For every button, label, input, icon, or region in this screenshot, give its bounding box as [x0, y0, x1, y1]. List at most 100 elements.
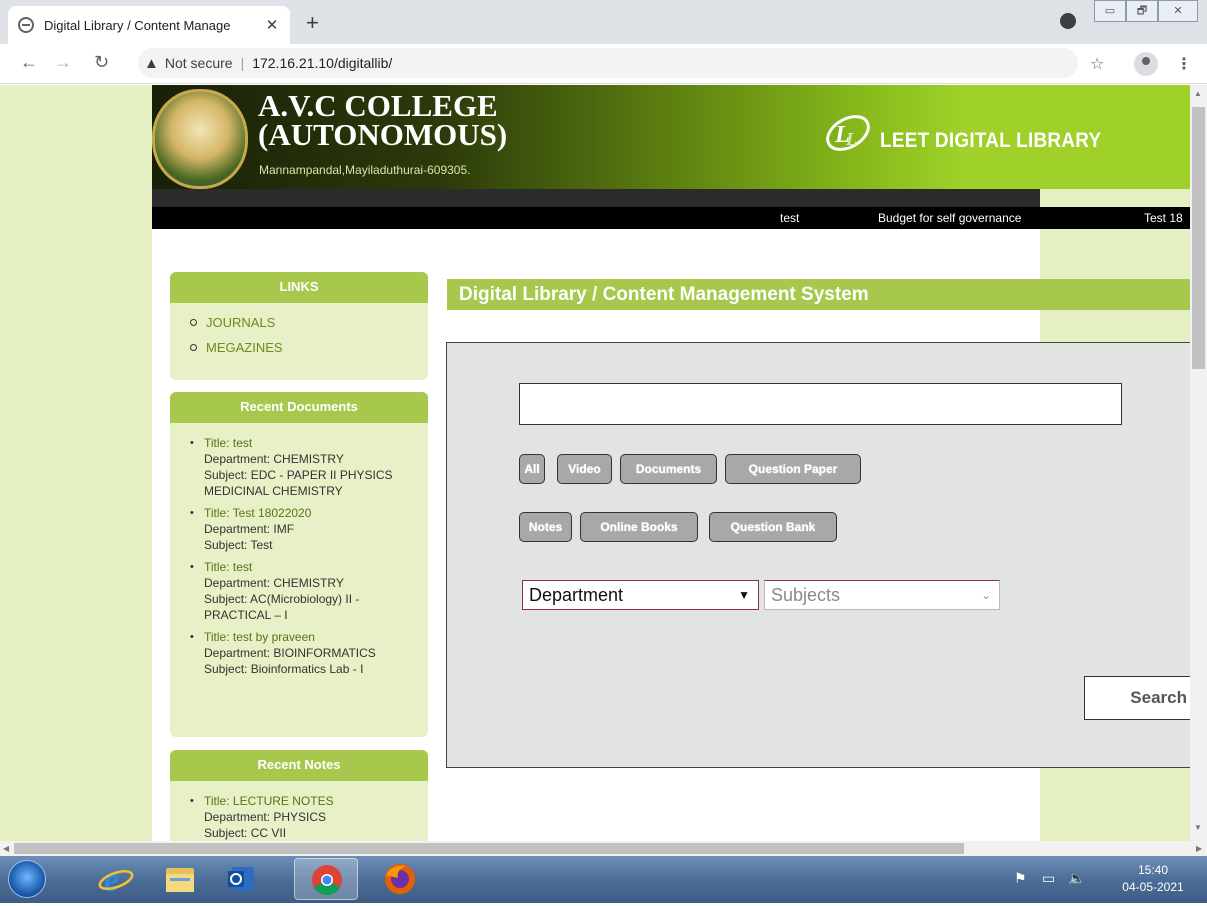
recent-notes-box: Recent Notes Title: LECTURE NOTES Depart… [170, 750, 428, 841]
document-subject: Subject: Test [204, 538, 273, 552]
minimize-button[interactable]: ▭ [1094, 0, 1126, 22]
department-select[interactable]: Department ▼ [522, 580, 759, 610]
address-separator: | [240, 55, 245, 71]
start-button[interactable] [8, 860, 46, 898]
new-tab-button[interactable]: + [306, 10, 319, 36]
list-item[interactable]: Title: Test 18022020 Department: IMF Sub… [188, 505, 420, 553]
maximize-button[interactable]: 🗗 [1126, 0, 1158, 22]
browser-toolbar: ← → ↻ ▲ Not secure | 172.16.21.10/digita… [0, 44, 1207, 84]
page-viewport: A.V.C COLLEGE (AUTONOMOUS) Mannampandal,… [0, 85, 1190, 841]
link-journals[interactable]: JOURNALS [190, 315, 428, 330]
tab-close-icon[interactable]: ✕ [264, 16, 280, 34]
scroll-down-icon[interactable]: ▼ [1194, 823, 1202, 832]
filter-question-bank-button[interactable]: Question Bank [709, 512, 837, 542]
vertical-scroll-thumb[interactable] [1192, 107, 1205, 369]
department-select-value: Department [529, 585, 624, 605]
note-subject: Subject: CC VII [204, 826, 287, 840]
recent-documents-heading: Recent Documents [170, 392, 428, 423]
media-record-icon[interactable] [1060, 13, 1076, 29]
links-heading: LINKS [170, 272, 428, 303]
note-title[interactable]: Title: LECTURE NOTES [204, 793, 420, 809]
close-window-button[interactable]: ✕ [1158, 0, 1198, 22]
windows-taskbar: e ⚑ ▭ 🔈 15:40 04-05-2021 [0, 856, 1207, 903]
chrome-icon[interactable] [294, 858, 358, 900]
page-title: Digital Library / Content Management Sys… [447, 279, 1190, 310]
college-name-line1: A.V.C COLLEGE [258, 88, 498, 123]
browser-tab[interactable]: Digital Library / Content Manage ✕ [8, 6, 290, 44]
subjects-select-value: Subjects [771, 585, 841, 605]
list-item[interactable]: Title: test Department: CHEMISTRY Subjec… [188, 559, 420, 623]
scroll-up-icon[interactable]: ▲ [1194, 89, 1202, 98]
document-department: Department: CHEMISTRY [204, 452, 344, 466]
clock-time: 15:40 [1137, 863, 1169, 877]
url-text[interactable]: 172.16.21.10/digitallib/ [252, 55, 392, 71]
outlook-icon[interactable] [214, 858, 270, 900]
list-item[interactable]: Title: test Department: CHEMISTRY Subjec… [188, 435, 420, 499]
college-address: Mannampandal,Mayiladuthurai-609305. [259, 163, 471, 177]
svg-text:e: e [104, 862, 119, 899]
document-title[interactable]: Title: test [204, 559, 420, 575]
links-box: LINKS JOURNALS MEGAZINES [170, 272, 428, 380]
network-icon[interactable]: ▭ [1042, 870, 1055, 887]
vertical-scrollbar[interactable]: ▲ ▼ [1190, 85, 1207, 841]
search-button[interactable]: Search [1084, 676, 1190, 720]
not-secure-label: Not secure [164, 55, 233, 71]
scroll-right-icon[interactable]: ▶ [1196, 844, 1202, 853]
chevron-down-icon: ⌄ [980, 588, 991, 602]
chevron-down-icon: ▼ [738, 588, 750, 602]
ticker-item[interactable]: Test 18 [1144, 211, 1183, 225]
clock-date: 04-05-2021 [1122, 880, 1184, 894]
recent-notes-list: Title: LECTURE NOTES Department: PHYSICS… [170, 781, 428, 841]
forward-arrow-icon[interactable]: → [54, 52, 72, 73]
volume-icon[interactable]: 🔈 [1068, 870, 1085, 887]
recent-documents-list: Title: test Department: CHEMISTRY Subjec… [170, 423, 428, 677]
leet-logo-icon: L L [826, 115, 870, 151]
scroll-left-icon[interactable]: ◀ [3, 844, 9, 853]
internet-explorer-icon[interactable]: e [88, 858, 144, 900]
document-title[interactable]: Title: test by praveen [204, 629, 420, 645]
list-item[interactable]: Title: LECTURE NOTES Department: PHYSICS… [188, 793, 420, 841]
horizontal-scrollbar[interactable]: ◀ ▶ [0, 841, 1207, 856]
subjects-select[interactable]: Subjects ⌄ [764, 580, 1000, 610]
filter-notes-button[interactable]: Notes [519, 512, 572, 542]
filter-online-books-button[interactable]: Online Books [580, 512, 698, 542]
warning-triangle-icon[interactable]: ▲ [144, 55, 159, 72]
document-subject: Subject: EDC - PAPER II PHYSICS MEDICINA… [204, 468, 393, 498]
search-panel: All Video Documents Question Paper Notes… [446, 342, 1190, 768]
news-ticker: test Budget for self governance Test 18 [152, 207, 1190, 229]
ticker-item[interactable]: test [780, 211, 799, 225]
profile-avatar-icon[interactable] [1134, 52, 1158, 76]
links-list: JOURNALS MEGAZINES [170, 303, 428, 355]
document-title[interactable]: Title: test [204, 435, 420, 451]
firefox-icon[interactable] [372, 858, 428, 900]
bookmark-star-icon[interactable]: ☆ [1090, 54, 1104, 74]
note-department: Department: PHYSICS [204, 810, 327, 824]
search-input[interactable] [519, 383, 1122, 425]
college-name-line2: (AUTONOMOUS) [258, 117, 508, 152]
horizontal-scroll-thumb[interactable] [14, 843, 964, 854]
recent-documents-box: Recent Documents Title: test Department:… [170, 392, 428, 737]
back-arrow-icon[interactable]: ← [20, 52, 38, 73]
address-bar[interactable]: ▲ Not secure | 172.16.21.10/digitallib/ [138, 48, 1078, 78]
filter-video-button[interactable]: Video [557, 454, 612, 484]
menu-kebab-icon[interactable]: ⋮ [1176, 54, 1192, 74]
library-name: LEET DIGITAL LIBRARY [880, 129, 1102, 152]
filter-question-paper-button[interactable]: Question Paper [725, 454, 861, 484]
system-clock[interactable]: 15:40 04-05-2021 [1105, 862, 1201, 896]
list-item[interactable]: Title: test by praveen Department: BIOIN… [188, 629, 420, 677]
action-center-flag-icon[interactable]: ⚑ [1014, 870, 1027, 887]
file-explorer-icon[interactable] [152, 858, 208, 900]
ticker-item[interactable]: Budget for self governance [878, 211, 1021, 225]
document-subject: Subject: Bioinformatics Lab - I [204, 662, 364, 676]
document-department: Department: CHEMISTRY [204, 576, 344, 590]
document-title[interactable]: Title: Test 18022020 [204, 505, 420, 521]
filter-all-button[interactable]: All [519, 454, 545, 484]
filter-documents-button[interactable]: Documents [620, 454, 717, 484]
reload-icon[interactable]: ↻ [94, 52, 109, 73]
link-megazines[interactable]: MEGAZINES [190, 340, 428, 355]
banner-divider [152, 189, 1040, 207]
document-subject: Subject: AC(Microbiology) II - PRACTICAL… [204, 592, 360, 622]
tab-title: Digital Library / Content Manage [44, 17, 231, 33]
svg-text:L: L [845, 129, 857, 149]
recent-notes-heading: Recent Notes [170, 750, 428, 781]
